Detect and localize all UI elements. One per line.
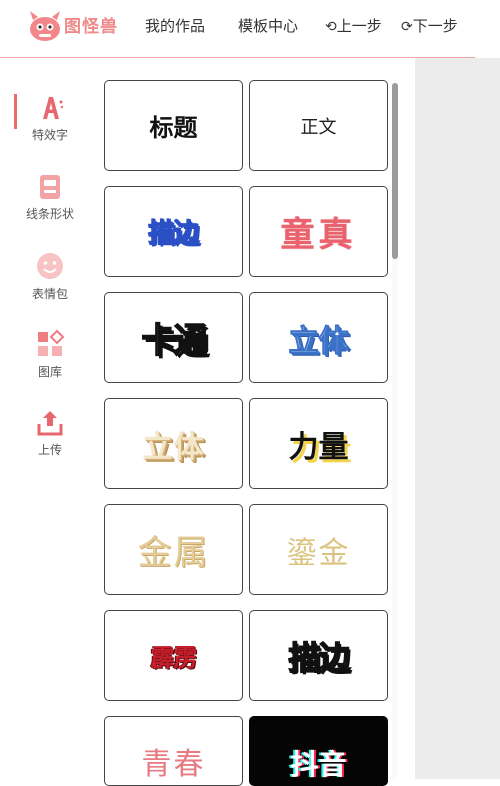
logo-text: 图怪兽 — [64, 17, 118, 37]
style-card-gilt[interactable]: 鎏金 — [249, 504, 388, 595]
card-label: 抖音 — [290, 748, 347, 781]
card-label: 鎏金 — [286, 535, 351, 571]
sidebar-item-gallery[interactable]: 图库 — [16, 328, 84, 380]
nav-my-works[interactable]: 我的作品 — [145, 15, 205, 36]
sidebar-item-shapes[interactable]: 线条形状 — [16, 172, 84, 222]
style-card-power[interactable]: 力量 — [249, 398, 388, 489]
monster-logo-icon — [30, 11, 60, 41]
card-label: 描边 — [288, 638, 352, 678]
style-card-stroke-blue[interactable]: 描边 — [104, 186, 243, 277]
card-label: 霹雳 — [150, 644, 198, 672]
undo-label: 上一步 — [336, 17, 382, 35]
top-bar: 图怪兽 我的作品 模板中心 ⟲上一步 ⟳下一步 — [0, 0, 475, 58]
card-label: 卡通 — [141, 320, 209, 362]
text-effect-icon — [43, 97, 64, 119]
card-label: 立体 — [142, 429, 205, 465]
sidebar-item-label: 图库 — [37, 365, 62, 379]
upload-icon — [37, 411, 63, 436]
style-card-body[interactable]: 正文 — [249, 80, 388, 171]
card-label: 童真 — [280, 215, 357, 255]
sidebar-item-upload[interactable]: 上传 — [16, 408, 84, 458]
style-card-title[interactable]: 标题 — [104, 80, 243, 171]
sidebar-item-text-effect[interactable]: 特效字 — [16, 93, 84, 143]
sidebar-item-label: 线条形状 — [25, 207, 74, 221]
nav-templates[interactable]: 模板中心 — [238, 15, 298, 36]
header-right-space — [475, 0, 500, 58]
style-card-metal[interactable]: 金属 — [104, 504, 243, 595]
card-label: 青春 — [141, 747, 206, 782]
card-label: 标题 — [149, 114, 198, 142]
undo-icon: ⟲ — [325, 19, 337, 35]
redo-icon: ⟳ — [401, 19, 413, 35]
shape-icon — [40, 175, 60, 199]
style-card-childlike[interactable]: 童真 — [249, 186, 388, 277]
card-label: 立体 — [288, 323, 349, 359]
emoji-icon — [37, 253, 63, 279]
sidebar-item-label: 特效字 — [31, 128, 68, 142]
redo-button[interactable]: ⟳下一步 — [401, 15, 458, 36]
card-label: 正文 — [300, 116, 337, 138]
gallery-icon — [38, 329, 65, 356]
card-label: 描边 — [148, 218, 200, 249]
sidebar-item-emoji[interactable]: 表情包 — [16, 250, 84, 302]
sidebar-item-label: 上传 — [37, 443, 62, 457]
style-card-thunder[interactable]: 霹雳 — [104, 610, 243, 701]
style-card-cartoon[interactable]: 卡通 — [104, 292, 243, 383]
sidebar-item-label: 表情包 — [31, 287, 68, 301]
style-card-3d-gold[interactable]: 立体 — [104, 398, 243, 489]
scrollbar-thumb[interactable] — [392, 83, 398, 259]
card-label: 金属 — [137, 533, 210, 573]
redo-label: 下一步 — [412, 17, 458, 35]
style-card-3d-blue[interactable]: 立体 — [249, 292, 388, 383]
style-card-youth[interactable]: 青春 — [104, 716, 243, 786]
card-label: 力量 — [288, 429, 349, 465]
undo-button[interactable]: ⟲上一步 — [325, 15, 382, 36]
style-card-tiktok[interactable]: 抖音 — [249, 716, 388, 786]
canvas-panel — [415, 58, 500, 779]
style-card-stroke-black[interactable]: 描边 — [249, 610, 388, 701]
